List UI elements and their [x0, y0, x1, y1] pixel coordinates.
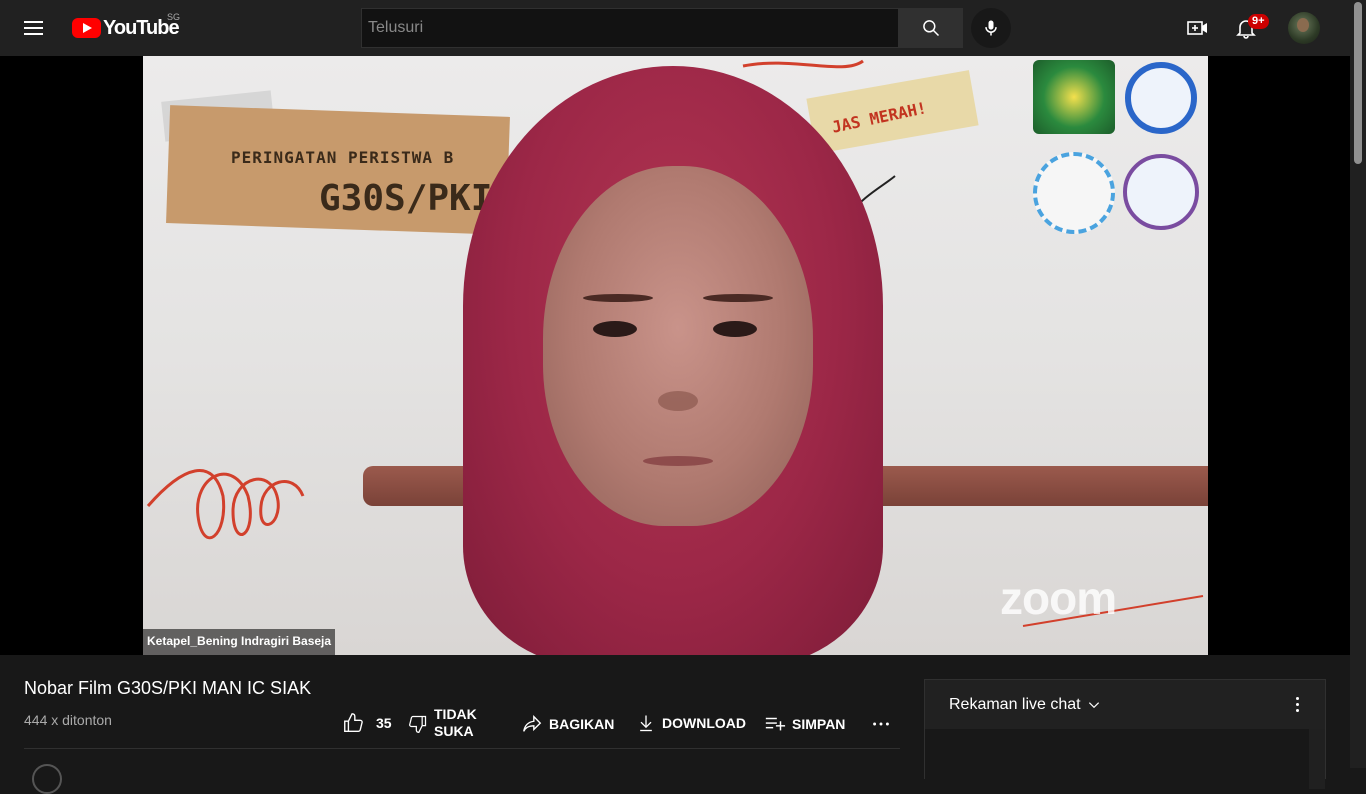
right-eye — [713, 321, 757, 337]
share-label: BAGIKAN — [549, 716, 615, 732]
region-code: SG — [167, 12, 181, 22]
more-vertical-dot — [1295, 702, 1299, 706]
chevron-down-icon — [1088, 701, 1099, 708]
search-icon — [923, 20, 940, 37]
more-vertical-dot — [1295, 708, 1299, 712]
chat-message-area[interactable] — [925, 729, 1309, 789]
school-logo-3 — [1123, 154, 1199, 230]
share-icon — [523, 715, 542, 732]
download-label: DOWNLOAD — [662, 715, 746, 731]
playlist-add-icon — [765, 717, 786, 731]
microphone-icon — [985, 20, 997, 36]
youtube-logo[interactable]: YouTube SG — [72, 12, 180, 40]
info-divider — [24, 748, 900, 749]
face — [543, 166, 813, 526]
left-brow — [583, 294, 653, 302]
scrollbar-thumb[interactable] — [1354, 2, 1362, 164]
account-avatar[interactable] — [1288, 12, 1320, 44]
save-label: SIMPAN — [792, 716, 846, 732]
dislike-button[interactable]: TIDAK SUKA — [408, 706, 477, 740]
participant-name-tag: Ketapel_Bening Indragiri Baseja — [143, 629, 336, 655]
school-logo-1 — [1125, 62, 1197, 134]
chat-scrollbar[interactable] — [1309, 729, 1325, 789]
video-player[interactable]: PERINGATAN PERISTWA B G30S/PKI JAS MERAH… — [0, 56, 1350, 655]
share-button[interactable]: BAGIKAN — [521, 713, 614, 735]
youtube-play-icon — [72, 18, 101, 38]
live-chat-panel: Rekaman live chat — [924, 679, 1326, 789]
left-eye — [593, 321, 637, 337]
chat-more-button[interactable] — [1285, 692, 1309, 716]
more-actions-button[interactable] — [870, 713, 898, 735]
dislike-label-line1: TIDAK — [434, 706, 477, 722]
top-bar: YouTube SG 9+ — [0, 0, 1350, 56]
nose — [658, 391, 698, 411]
right-brow — [703, 294, 773, 302]
download-icon — [640, 715, 652, 732]
video-frame[interactable]: PERINGATAN PERISTWA B G30S/PKI JAS MERAH… — [143, 56, 1208, 655]
voice-search-button[interactable] — [971, 8, 1011, 48]
school-logo-2 — [1033, 152, 1115, 234]
zoom-watermark: zoom — [1000, 572, 1117, 624]
channel-avatar[interactable] — [32, 764, 62, 794]
thumbs-down-icon — [409, 715, 427, 733]
video-camera-plus-icon — [1187, 21, 1207, 35]
search-input[interactable] — [362, 9, 898, 47]
dislike-label-line2: SUKA — [434, 723, 474, 739]
hamburger-menu-icon[interactable] — [24, 18, 44, 38]
mouth — [643, 456, 713, 466]
like-count: 35 — [376, 715, 392, 731]
more-vertical-dot — [1295, 696, 1299, 700]
participant-person — [423, 56, 983, 655]
ministry-logo — [1033, 60, 1115, 134]
search-box — [361, 8, 899, 48]
save-button[interactable]: SIMPAN — [764, 713, 845, 735]
page-scrollbar[interactable] — [1350, 0, 1366, 768]
like-button[interactable]: 35 — [342, 712, 392, 734]
banner-subtitle: PERINGATAN PERISTWA B — [231, 148, 455, 167]
download-button[interactable]: DOWNLOAD — [636, 713, 746, 733]
chat-replay-dropdown[interactable]: Rekaman live chat — [925, 680, 1325, 729]
view-count: 444 x ditonton — [24, 712, 112, 728]
notification-badge: 9+ — [1248, 14, 1269, 29]
create-video-button[interactable] — [1184, 14, 1212, 42]
more-horizontal-icon — [873, 722, 889, 726]
thumbs-up-icon — [344, 713, 363, 732]
video-title: Nobar Film G30S/PKI MAN IC SIAK — [24, 678, 312, 698]
dislike-label: TIDAK SUKA — [434, 706, 477, 740]
search-button[interactable] — [899, 8, 963, 48]
chat-header-label: Rekaman live chat — [949, 695, 1081, 713]
